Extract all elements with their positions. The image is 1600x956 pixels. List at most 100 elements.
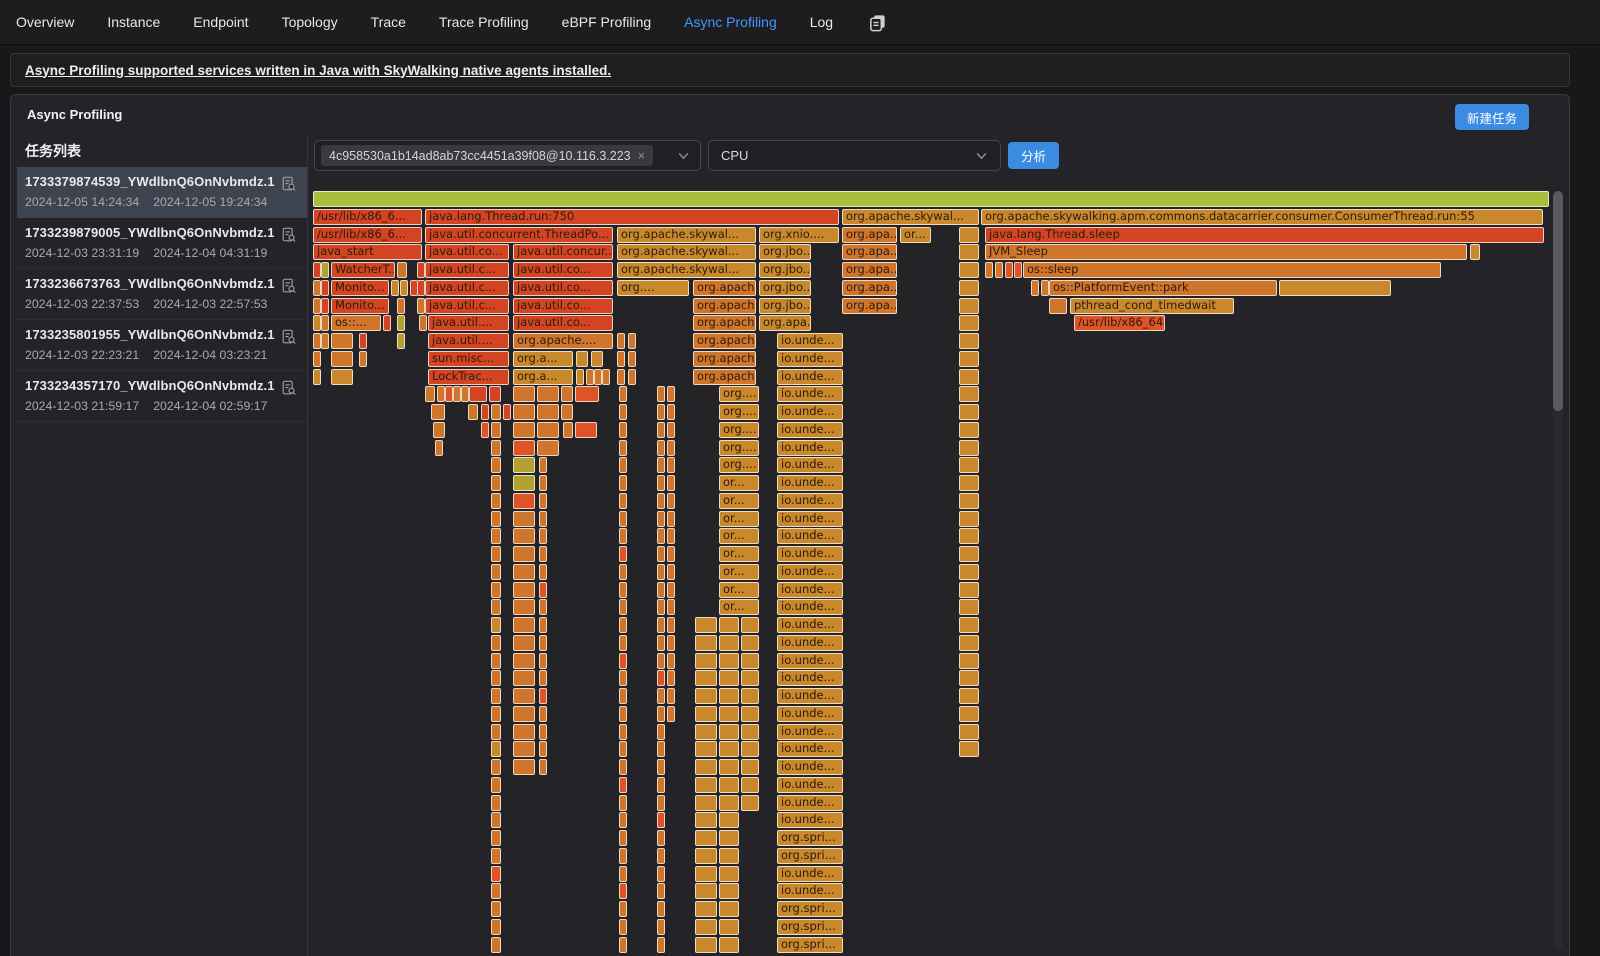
flame-bar[interactable]	[619, 617, 627, 633]
flame-bar[interactable]	[657, 475, 665, 491]
flame-bar[interactable]	[695, 688, 717, 704]
flame-bar[interactable]	[657, 528, 665, 544]
flame-bar[interactable]: java.util.c...	[425, 262, 509, 278]
flame-bar[interactable]	[491, 724, 501, 740]
flame-bar[interactable]	[397, 333, 405, 349]
flame-bar[interactable]	[959, 351, 979, 367]
flame-bar[interactable]	[695, 812, 717, 828]
flame-bar[interactable]: io.unde...	[777, 333, 843, 349]
instance-select[interactable]: 4c958530a1b14ad8ab73cc4451a39f08@10.116.…	[314, 140, 701, 171]
flame-bar[interactable]	[513, 546, 535, 562]
flame-bar[interactable]	[491, 528, 501, 544]
flame-bar[interactable]	[1005, 262, 1013, 278]
flame-bar[interactable]: org.apache.skywal...	[842, 209, 979, 225]
flame-bar[interactable]	[491, 688, 501, 704]
flame-bar[interactable]	[619, 759, 627, 775]
flame-bar[interactable]: java_start	[313, 244, 422, 260]
flame-bar[interactable]	[563, 422, 573, 438]
flame-bar[interactable]: io.unde...	[777, 475, 843, 491]
flame-bar[interactable]: java.util....	[428, 315, 509, 331]
flame-bar[interactable]: org.apach...	[693, 369, 756, 385]
flame-bar[interactable]	[513, 670, 535, 686]
flame-bar[interactable]: io.unde...	[777, 599, 843, 615]
flame-bar[interactable]	[657, 653, 665, 669]
flame-bar[interactable]: org.spri...	[777, 901, 843, 917]
flame-bar[interactable]	[667, 493, 675, 509]
flame-bar[interactable]	[959, 564, 979, 580]
flame-bar[interactable]: org.apa...	[842, 280, 897, 296]
flame-bar[interactable]	[959, 457, 979, 473]
flame-bar[interactable]	[491, 919, 501, 935]
flame-bar[interactable]	[417, 262, 425, 278]
flame-bar[interactable]	[959, 582, 979, 598]
flame-bar[interactable]	[1041, 280, 1049, 296]
flame-bar[interactable]	[461, 386, 469, 402]
flame-bar[interactable]: java.util....	[428, 333, 509, 349]
flame-bar[interactable]	[417, 298, 425, 314]
flame-bar[interactable]: java.util.c...	[425, 280, 509, 296]
flame-bar[interactable]	[513, 706, 535, 722]
flame-bar[interactable]	[657, 901, 665, 917]
flame-bar[interactable]	[619, 546, 627, 562]
task-log-icon[interactable]	[281, 176, 297, 197]
flame-bar[interactable]	[1470, 244, 1480, 260]
task-list-item[interactable]: 1733235801955_YWdlbnQ6OnNvbmdz.12024-12-…	[17, 320, 307, 371]
flame-bar[interactable]	[741, 706, 759, 722]
flame-bar[interactable]	[513, 582, 535, 598]
flame-bar[interactable]: org....	[719, 386, 759, 402]
flame-bar[interactable]	[959, 724, 979, 740]
flame-bar[interactable]	[397, 315, 405, 331]
flame-bar[interactable]: java.util.concurrent.ThreadPo...	[425, 227, 613, 243]
flame-bar[interactable]	[491, 848, 501, 864]
event-type-select[interactable]: CPU	[708, 140, 1001, 171]
flame-bar[interactable]	[695, 617, 717, 633]
flame-bar[interactable]	[657, 511, 665, 527]
flame-bar[interactable]	[619, 653, 627, 669]
flame-bar[interactable]	[1049, 298, 1067, 314]
flame-bar[interactable]	[695, 937, 717, 953]
flame-bar[interactable]: org.apa...	[759, 315, 811, 331]
flame-bar[interactable]	[667, 688, 675, 704]
flame-bar[interactable]	[491, 706, 501, 722]
flame-bar[interactable]	[719, 724, 739, 740]
flame-bar[interactable]	[667, 582, 675, 598]
flame-bar[interactable]	[695, 919, 717, 935]
flame-bar[interactable]	[313, 315, 321, 331]
new-task-button[interactable]: 新建任务	[1455, 104, 1529, 130]
flame-bar[interactable]	[359, 351, 367, 367]
flame-bar[interactable]	[657, 741, 665, 757]
flame-bar[interactable]	[586, 369, 594, 385]
flame-bar[interactable]	[619, 724, 627, 740]
flame-bar[interactable]	[491, 599, 501, 615]
flame-bar[interactable]: io.unde...	[777, 741, 843, 757]
flame-bar[interactable]	[619, 457, 627, 473]
flame-bar[interactable]	[491, 901, 501, 917]
flame-bar[interactable]: org.apach...	[693, 315, 756, 331]
flame-bar[interactable]: io.unde...	[777, 635, 843, 651]
flame-bar[interactable]	[995, 262, 1003, 278]
flame-bar[interactable]: sun.misc...	[428, 351, 509, 367]
flame-bar[interactable]	[513, 440, 535, 456]
flame-bar[interactable]	[313, 191, 1549, 207]
flame-bar[interactable]	[657, 848, 665, 864]
flame-bar[interactable]: pthread_cond_timedwait	[1070, 298, 1234, 314]
flame-bar[interactable]	[695, 901, 717, 917]
flame-bar[interactable]: org....	[719, 440, 759, 456]
flame-bar[interactable]	[469, 386, 487, 402]
flame-bar[interactable]: io.unde...	[777, 795, 843, 811]
flame-bar[interactable]	[741, 777, 759, 793]
flame-bar[interactable]	[959, 227, 979, 243]
flame-bar[interactable]	[331, 351, 353, 367]
flame-bar[interactable]: org.apa...	[842, 262, 897, 278]
flame-bar[interactable]: os::PlatformEvent::park	[1049, 280, 1277, 296]
flame-bar[interactable]	[619, 812, 627, 828]
flame-bar[interactable]	[419, 315, 427, 331]
task-log-icon[interactable]	[281, 329, 297, 350]
flame-bar[interactable]	[695, 724, 717, 740]
flame-bar[interactable]: io.unde...	[777, 564, 843, 580]
flame-bar[interactable]	[513, 528, 535, 544]
flame-bar[interactable]: org.apache.skywal...	[617, 262, 756, 278]
flame-bar[interactable]: or...	[719, 599, 759, 615]
flame-bar[interactable]	[719, 830, 739, 846]
flame-bar[interactable]	[695, 635, 717, 651]
